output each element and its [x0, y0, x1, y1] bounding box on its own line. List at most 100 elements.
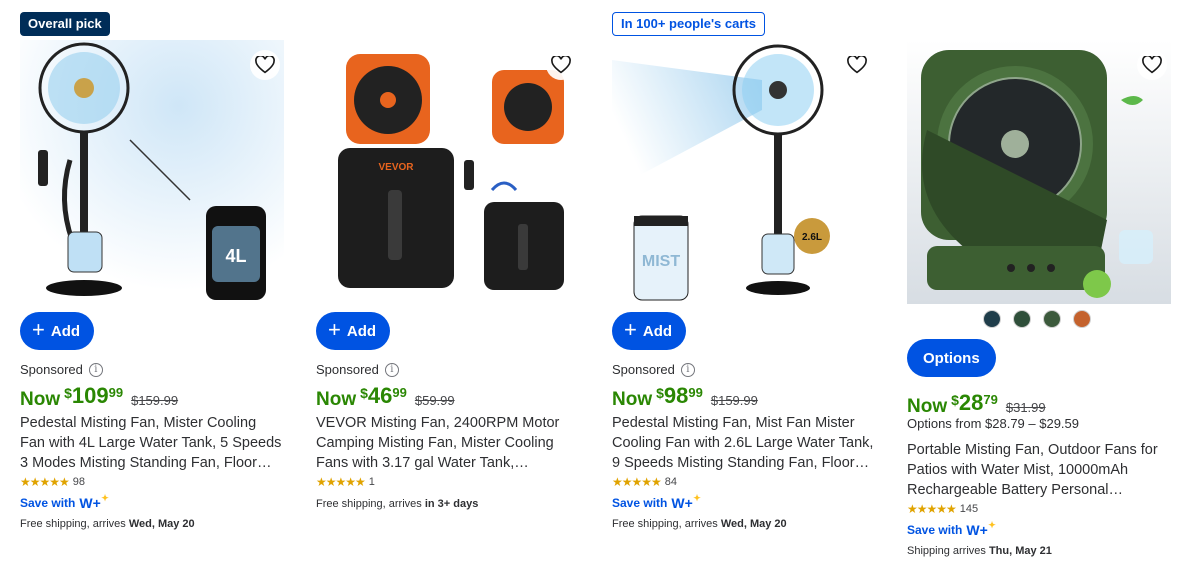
- shipping-prefix: Free shipping, arrives: [316, 498, 425, 510]
- shipping-date: in 3+ days: [424, 498, 479, 510]
- price-row: Now $ 109 99 $159.99: [20, 384, 178, 411]
- image-tank-label: 4L: [225, 246, 246, 266]
- product-title[interactable]: Pedestal Misting Fan, Mister Cooling Fan…: [20, 413, 284, 473]
- price-row: Now $ 28 79 $31.99: [907, 391, 1046, 418]
- price-cents: 99: [688, 385, 703, 400]
- add-to-cart-button[interactable]: + Add: [20, 312, 95, 350]
- product-card[interactable]: Options Now $ 28 79 $31.99 Options from …: [907, 0, 1175, 572]
- shipping-info: Shipping arrives Thu, May 21: [907, 545, 1052, 557]
- popularity-badge: In 100+ people's carts: [612, 12, 765, 36]
- walmart-plus-icon: W+ ✦: [671, 493, 701, 511]
- product-title[interactable]: Portable Misting Fan, Outdoor Fans for P…: [907, 440, 1171, 500]
- rating-count: 145: [959, 503, 979, 515]
- overall-pick-badge: Overall pick: [20, 12, 110, 36]
- info-icon[interactable]: i: [88, 362, 103, 377]
- favorite-heart-icon[interactable]: [546, 50, 576, 80]
- was-price: $59.99: [414, 393, 455, 408]
- color-swatch[interactable]: [1013, 310, 1031, 328]
- rating: ★★★★★ 1: [316, 475, 375, 489]
- save-with-text: Save with: [612, 496, 668, 510]
- save-with-walmart-plus[interactable]: Save with W+ ✦: [612, 493, 701, 511]
- sponsored-label: Sponsored i: [316, 362, 399, 377]
- price-whole: 46: [367, 383, 393, 408]
- price-currency: $: [64, 385, 72, 401]
- wplus-text: W+: [79, 495, 101, 511]
- walmart-plus-icon: W+ ✦: [79, 493, 109, 511]
- price-whole: 98: [663, 383, 689, 408]
- star-rating-icon: ★★★★★: [612, 475, 662, 489]
- rating-count: 84: [664, 476, 678, 488]
- price-cents: 79: [983, 392, 998, 407]
- product-card[interactable]: Overall pick 4L + Add Sponsored i Now $ …: [20, 0, 288, 572]
- was-price: $31.99: [1005, 400, 1046, 415]
- sponsored-label: Sponsored i: [612, 362, 695, 377]
- save-with-text: Save with: [20, 496, 76, 510]
- rating-count: 1: [368, 476, 375, 488]
- price-row: Now $ 98 99 $159.99: [612, 384, 758, 411]
- price-cents: 99: [108, 385, 124, 400]
- price-prefix: Now: [612, 389, 653, 410]
- sponsored-text: Sponsored: [20, 362, 83, 377]
- walmart-plus-icon: W+ ✦: [966, 520, 996, 538]
- options-button[interactable]: Options: [907, 339, 996, 377]
- price-prefix: Now: [20, 389, 61, 410]
- price-whole: 109: [71, 383, 109, 408]
- wplus-text: W+: [671, 495, 693, 511]
- rating: ★★★★★ 98: [20, 475, 85, 489]
- was-price: $159.99: [710, 393, 758, 408]
- price-currency: $: [360, 385, 368, 401]
- shipping-prefix: Shipping arrives: [907, 545, 989, 557]
- color-swatch[interactable]: [1043, 310, 1061, 328]
- shipping-date: Wed, May 20: [128, 518, 195, 530]
- product-image[interactable]: VEVOR: [316, 40, 580, 304]
- shipping-info: Free shipping, arrives Wed, May 20: [612, 518, 787, 530]
- product-image[interactable]: 4L: [20, 40, 284, 304]
- add-button-label: Add: [346, 322, 377, 340]
- product-card[interactable]: VEVOR + Add Sponsored i Now $ 46 99 $59.…: [316, 0, 584, 572]
- price-currency: $: [951, 392, 959, 408]
- shipping-info: Free shipping, arrives in 3+ days: [316, 498, 478, 510]
- save-with-walmart-plus[interactable]: Save with W+ ✦: [20, 493, 109, 511]
- shipping-info: Free shipping, arrives Wed, May 20: [20, 518, 195, 530]
- product-image[interactable]: [907, 40, 1171, 304]
- price-prefix: Now: [907, 396, 948, 417]
- image-capacity-label: 2.6L: [802, 232, 822, 243]
- favorite-heart-icon[interactable]: [250, 50, 280, 80]
- info-icon[interactable]: i: [680, 362, 695, 377]
- plus-icon: +: [328, 317, 341, 342]
- wplus-text: W+: [966, 522, 988, 538]
- shipping-date: Thu, May 21: [988, 545, 1052, 557]
- save-with-walmart-plus[interactable]: Save with W+ ✦: [907, 520, 996, 538]
- star-rating-icon: ★★★★★: [20, 475, 70, 489]
- add-to-cart-button[interactable]: + Add: [316, 312, 391, 350]
- plus-icon: +: [624, 317, 637, 342]
- add-to-cart-button[interactable]: + Add: [612, 312, 687, 350]
- current-price: Now $ 109 99: [20, 384, 123, 411]
- plus-icon: +: [32, 317, 45, 342]
- price-row: Now $ 46 99 $59.99: [316, 384, 455, 411]
- add-button-label: Add: [50, 322, 81, 340]
- color-swatch[interactable]: [1073, 310, 1091, 328]
- shipping-date: Wed, May 20: [720, 518, 787, 530]
- image-tank-label: MIST: [642, 253, 680, 270]
- color-swatch[interactable]: [983, 310, 1001, 328]
- price-currency: $: [656, 385, 664, 401]
- product-card[interactable]: In 100+ people's carts 2.6L MIST + Add S…: [612, 0, 880, 572]
- color-swatches: [983, 310, 1091, 328]
- product-image[interactable]: 2.6L MIST: [612, 40, 876, 304]
- current-price: Now $ 28 79: [907, 391, 998, 418]
- price-cents: 99: [392, 385, 407, 400]
- save-with-text: Save with: [907, 523, 963, 537]
- shipping-prefix: Free shipping, arrives: [20, 518, 129, 530]
- current-price: Now $ 98 99: [612, 384, 703, 411]
- sponsored-label: Sponsored i: [20, 362, 103, 377]
- favorite-heart-icon[interactable]: [842, 50, 872, 80]
- sponsored-text: Sponsored: [612, 362, 675, 377]
- shipping-prefix: Free shipping, arrives: [612, 518, 721, 530]
- product-title[interactable]: VEVOR Misting Fan, 2400RPM Motor Camping…: [316, 413, 580, 473]
- favorite-heart-icon[interactable]: [1137, 50, 1167, 80]
- star-rating-icon: ★★★★★: [316, 475, 366, 489]
- current-price: Now $ 46 99: [316, 384, 407, 411]
- product-title[interactable]: Pedestal Misting Fan, Mist Fan Mister Co…: [612, 413, 876, 473]
- info-icon[interactable]: i: [384, 362, 399, 377]
